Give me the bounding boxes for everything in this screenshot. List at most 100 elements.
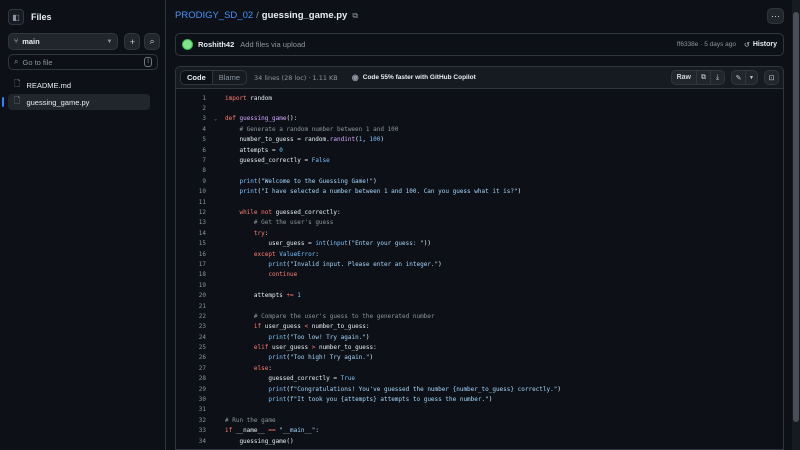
- go-to-file-box: ⌕ t: [8, 54, 158, 70]
- line-number[interactable]: 23: [176, 323, 206, 330]
- commit-author-link[interactable]: Roshith42: [198, 40, 234, 49]
- code-token: 1: [297, 292, 301, 300]
- avatar[interactable]: [182, 39, 193, 50]
- edit-dropdown-button[interactable]: ▼: [746, 70, 758, 85]
- code-line: 21: [176, 301, 783, 311]
- line-number[interactable]: 10: [176, 188, 206, 195]
- line-number[interactable]: 22: [176, 313, 206, 320]
- copy-icon[interactable]: ⧉: [352, 11, 358, 21]
- fold-chevron-icon[interactable]: ⌄: [206, 116, 225, 122]
- go-to-file-input[interactable]: [22, 57, 133, 67]
- code-text: # Generate a random number between 1 and…: [225, 126, 398, 133]
- tab-code[interactable]: Code: [181, 71, 213, 84]
- line-number[interactable]: 16: [176, 251, 206, 258]
- code-line: 18 continue: [176, 270, 783, 280]
- latest-commit-bar: Roshith42 Add files via upload ff6338e ·…: [175, 33, 784, 56]
- code-text: guessed_correctly = True: [225, 375, 355, 382]
- symbols-button[interactable]: ⊡: [764, 70, 779, 85]
- breadcrumb: PRODIGY_SD_02 / guessing_game.py ⧉: [175, 10, 358, 21]
- line-number[interactable]: 6: [176, 147, 206, 154]
- line-number[interactable]: 31: [176, 406, 206, 413]
- line-number[interactable]: 33: [176, 427, 206, 434]
- breadcrumb-repo-link[interactable]: PRODIGY_SD_02: [175, 10, 253, 21]
- code-token: :: [315, 427, 319, 435]
- line-number[interactable]: 29: [176, 386, 206, 393]
- code-token: print: [239, 177, 258, 185]
- tab-blame[interactable]: Blame: [213, 71, 246, 84]
- code-text: print("I have selected a number between …: [225, 188, 521, 195]
- copy-icon: ⧉: [701, 73, 706, 81]
- line-number[interactable]: 34: [176, 438, 206, 445]
- line-number[interactable]: 1: [176, 95, 206, 102]
- commit-meta[interactable]: ff6338e · 5 days ago: [677, 41, 736, 48]
- edit-button[interactable]: ✎: [731, 70, 746, 85]
- code-token: ): [373, 177, 377, 185]
- line-number[interactable]: 25: [176, 344, 206, 351]
- line-number[interactable]: 30: [176, 396, 206, 403]
- line-number[interactable]: 2: [176, 105, 206, 112]
- sidebar-collapse-icon[interactable]: ◧: [8, 9, 24, 25]
- code-line: 34 guessing_game(): [176, 436, 783, 446]
- line-number[interactable]: 5: [176, 136, 206, 143]
- line-number[interactable]: 11: [176, 199, 206, 206]
- history-button[interactable]: ↺ History: [744, 41, 777, 49]
- kebab-horizontal-icon: ⋯: [771, 10, 780, 21]
- code-line: 1 import random: [176, 93, 783, 103]
- tree-item-readme[interactable]: 🗋 README.md: [8, 77, 150, 93]
- file-icon: 🗋: [14, 79, 21, 88]
- code-line: 16 except ValueError:: [176, 249, 783, 259]
- code-token: ,: [362, 136, 370, 144]
- code-token: +=: [286, 292, 294, 300]
- line-number[interactable]: 19: [176, 282, 206, 289]
- line-number[interactable]: 18: [176, 271, 206, 278]
- raw-button[interactable]: Raw: [670, 70, 697, 85]
- more-options-button[interactable]: ⋯: [767, 8, 784, 24]
- code-text: elif user_guess > number_to_guess:: [225, 344, 377, 351]
- line-number[interactable]: 24: [176, 334, 206, 341]
- branch-selector-button[interactable]: ⑂ main ▼: [8, 33, 119, 50]
- line-number[interactable]: 12: [176, 209, 206, 216]
- line-number[interactable]: 9: [176, 178, 206, 185]
- code-token: ): [369, 354, 374, 362]
- code-token: guessed_correctly:: [271, 208, 341, 216]
- line-number[interactable]: 20: [176, 292, 206, 299]
- commit-message-link[interactable]: Add files via upload: [240, 40, 305, 49]
- line-number[interactable]: 28: [176, 375, 206, 382]
- page-scrollbar[interactable]: [792, 0, 800, 450]
- code-token: ): [438, 260, 442, 268]
- line-number[interactable]: 13: [176, 219, 206, 226]
- code-line: 27 else:: [176, 363, 783, 373]
- code-token: f"Congratulations! You've guessed the nu…: [290, 385, 558, 393]
- line-number[interactable]: 7: [176, 157, 206, 164]
- add-file-button[interactable]: +: [124, 33, 141, 50]
- line-number[interactable]: 4: [176, 126, 206, 133]
- copilot-promo-link[interactable]: ◉ Code 55% faster with GitHub Copilot: [352, 73, 476, 82]
- code-text: number_to_guess = random.randint(1, 100): [225, 136, 384, 143]
- line-number[interactable]: 8: [176, 167, 206, 174]
- line-number[interactable]: 26: [176, 354, 206, 361]
- code-token: # Get the user's guess: [253, 219, 334, 227]
- search-button[interactable]: ⌕: [144, 33, 160, 50]
- scrollbar-thumb[interactable]: [793, 12, 799, 422]
- code-view[interactable]: 1 import random 2 3 ⌄ def guessing_game(): 4 #…: [176, 89, 783, 446]
- code-line: 20 attempts += 1: [176, 290, 783, 300]
- line-number[interactable]: 32: [176, 417, 206, 424]
- line-number[interactable]: 15: [176, 240, 206, 247]
- line-number[interactable]: 17: [176, 261, 206, 268]
- file-tree: 🗋 README.md 🗋 guessing_game.py: [2, 77, 150, 111]
- code-line: 33 if __name__ == "__main__":: [176, 426, 783, 436]
- line-number[interactable]: 3: [176, 115, 206, 122]
- main-content: PRODIGY_SD_02 / guessing_game.py ⧉ ⋯ Ros…: [167, 0, 800, 450]
- tree-item-guessing-game[interactable]: 🗋 guessing_game.py: [2, 94, 150, 110]
- download-button[interactable]: ⤓: [711, 70, 725, 85]
- code-token: input: [329, 240, 348, 248]
- code-text: # Compare the user's guess to the genera…: [225, 313, 435, 320]
- copy-raw-button[interactable]: ⧉: [697, 70, 711, 85]
- line-number[interactable]: 21: [176, 303, 206, 310]
- line-number[interactable]: 14: [176, 230, 206, 237]
- line-number[interactable]: 27: [176, 365, 206, 372]
- code-token: print: [239, 188, 258, 196]
